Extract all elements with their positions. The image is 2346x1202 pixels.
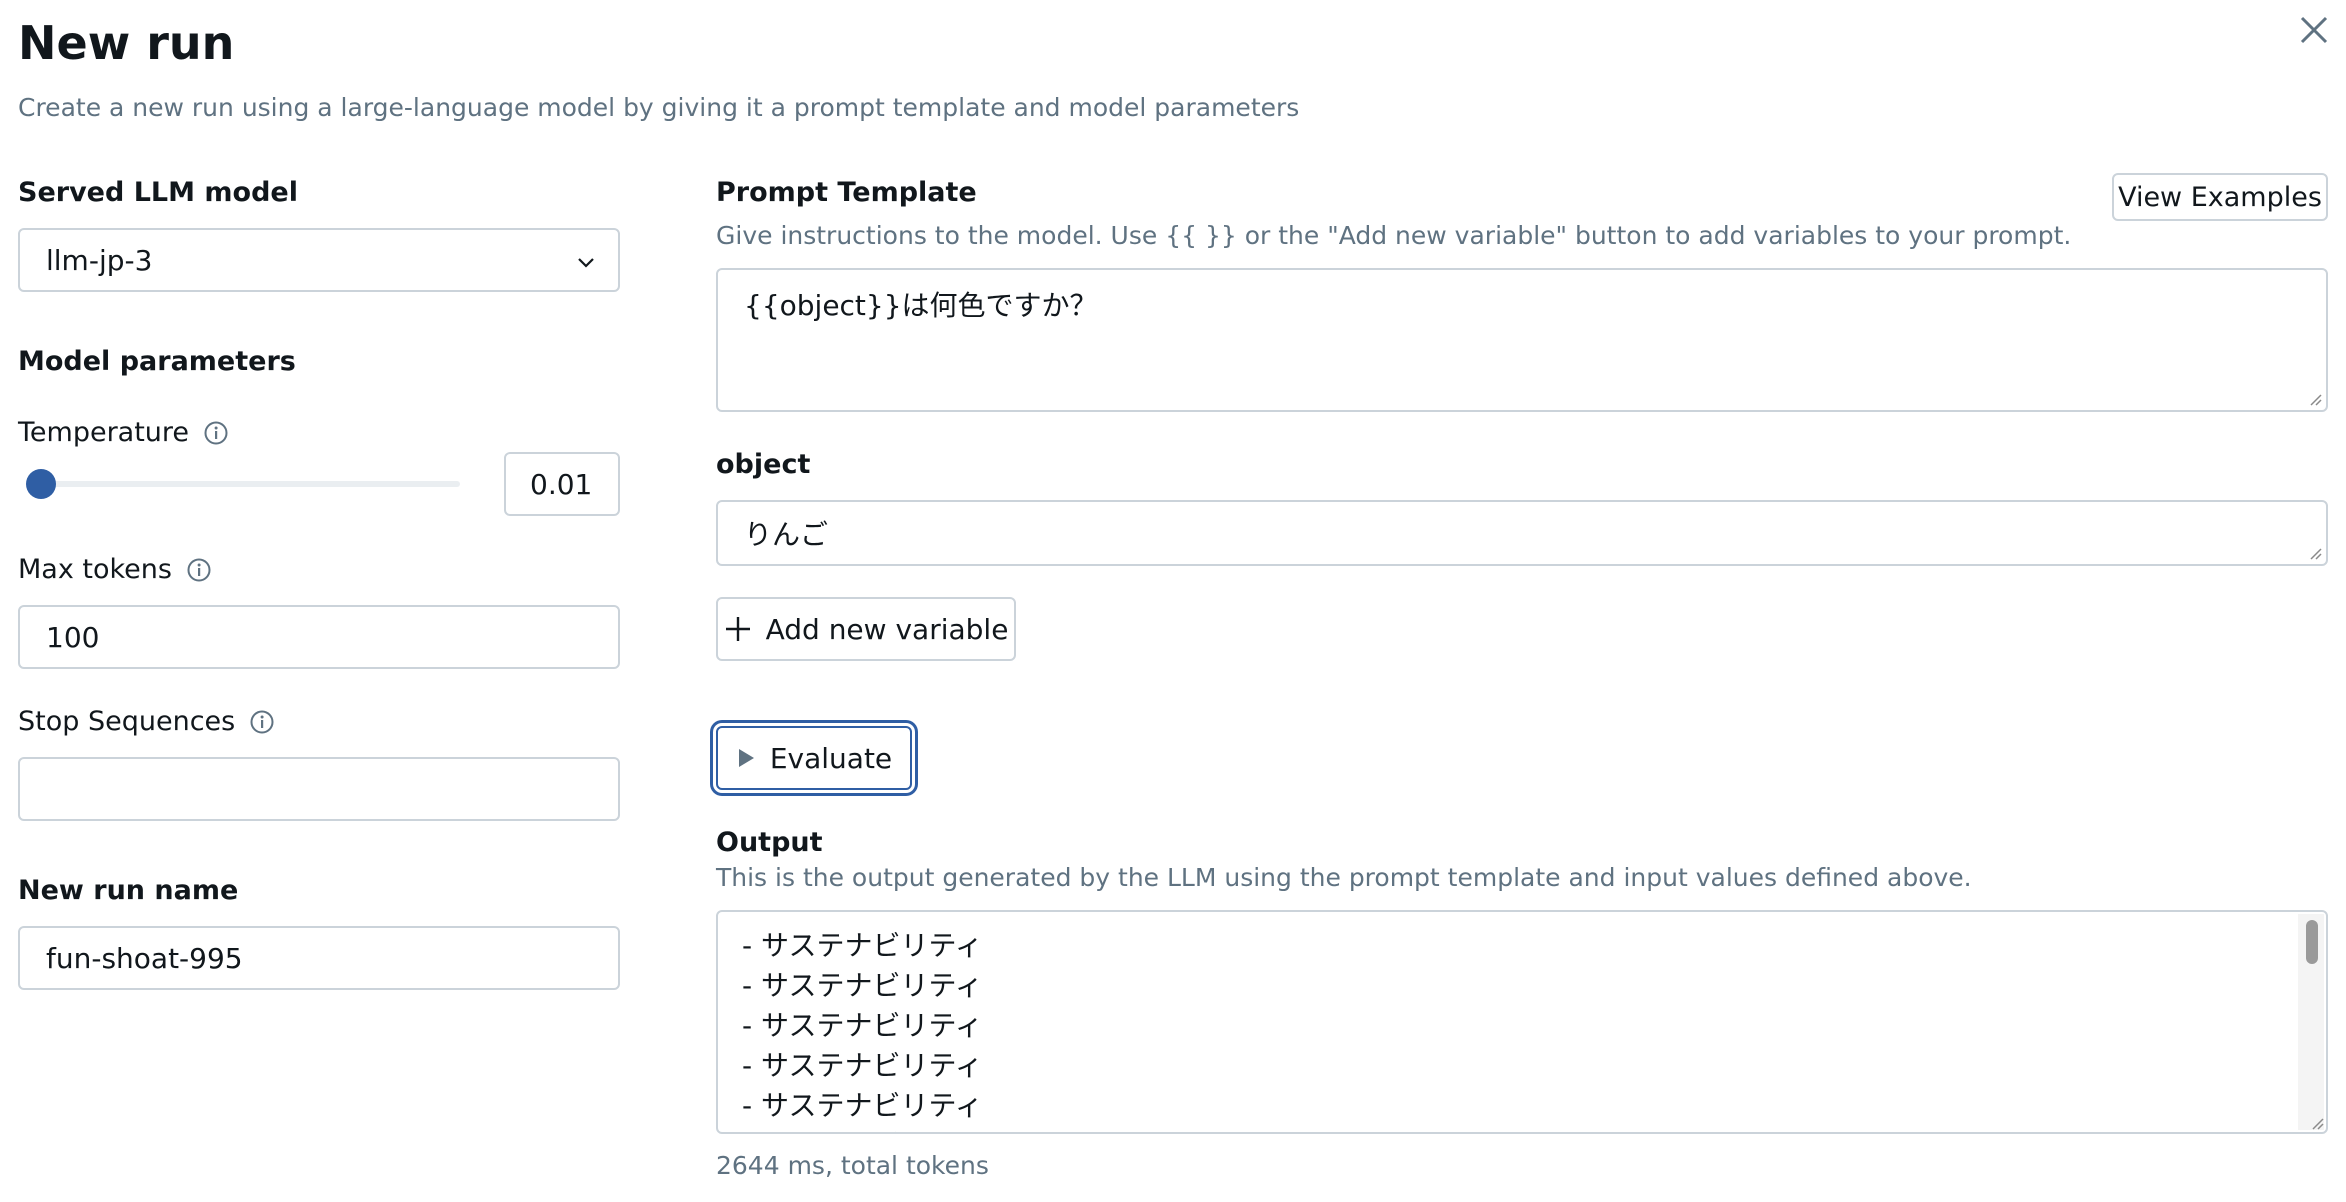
prompt-template-value: {{object}}は何色ですか？ [744, 289, 1098, 322]
output-scrollbar[interactable] [2298, 914, 2324, 1130]
stop-sequences-input[interactable] [18, 757, 620, 821]
output-line: - サステナビリティ [742, 929, 983, 962]
output-hint: This is the output generated by the LLM … [716, 863, 1972, 892]
temperature-label-row: Temperature [18, 416, 229, 450]
info-icon[interactable] [186, 557, 212, 583]
max-tokens-value: 100 [46, 620, 100, 654]
prompt-template-textarea[interactable]: {{object}}は何色ですか？ [716, 268, 2328, 412]
info-icon[interactable] [249, 709, 275, 735]
prompt-template-hint: Give instructions to the model. Use {{ }… [716, 221, 2072, 250]
view-examples-label: View Examples [2118, 181, 2322, 213]
temperature-slider-track[interactable] [30, 481, 460, 487]
temperature-slider-thumb[interactable] [26, 469, 56, 499]
served-model-value: llm-jp-3 [46, 243, 153, 277]
variable-object-input[interactable]: りんご [716, 500, 2328, 566]
play-icon [738, 749, 754, 767]
model-params-heading: Model parameters [18, 346, 296, 377]
output-line: - サステナビリティ [742, 1126, 983, 1132]
prompt-template-label: Prompt Template [716, 177, 977, 208]
output-line: - サステナビリティ [742, 1089, 983, 1122]
output-textarea[interactable]: - サステナビリティ - サステナビリティ - サステナビリティ - サステナビ… [716, 910, 2328, 1134]
max-tokens-input[interactable]: 100 [18, 605, 620, 669]
close-button[interactable] [2296, 12, 2332, 48]
close-icon [2300, 16, 2328, 44]
add-variable-label: Add new variable [765, 612, 1009, 646]
run-name-value: fun-shoat-995 [46, 941, 243, 975]
max-tokens-label-row: Max tokens [18, 553, 212, 587]
run-name-label: New run name [18, 875, 239, 906]
resize-handle-icon[interactable] [2310, 1116, 2324, 1130]
output-scroll-thumb[interactable] [2306, 920, 2318, 964]
served-model-select[interactable]: llm-jp-3 [18, 228, 620, 292]
variable-object-label: object [716, 449, 811, 480]
resize-handle-icon[interactable] [2308, 546, 2322, 560]
output-line: - サステナビリティ [742, 1009, 983, 1042]
dialog-title: New run [18, 16, 235, 70]
info-icon[interactable] [203, 420, 229, 446]
output-line: - サステナビリティ [742, 969, 983, 1002]
evaluate-label: Evaluate [769, 741, 893, 775]
plus-icon [725, 617, 750, 641]
dialog-subtitle: Create a new run using a large-language … [18, 93, 1300, 122]
temperature-label: Temperature [18, 417, 190, 448]
temperature-value: 0.01 [530, 467, 593, 501]
temperature-input[interactable]: 0.01 [504, 452, 620, 516]
served-model-label: Served LLM model [18, 177, 298, 208]
new-run-dialog: New run Create a new run using a large-l… [0, 0, 2346, 1202]
output-line: - サステナビリティ [742, 1049, 983, 1082]
resize-handle-icon[interactable] [2308, 392, 2322, 406]
max-tokens-label: Max tokens [18, 554, 172, 585]
chevron-down-icon [578, 258, 594, 268]
evaluate-button[interactable]: Evaluate [716, 726, 912, 790]
add-variable-button[interactable]: Add new variable [716, 597, 1016, 661]
view-examples-button[interactable]: View Examples [2112, 173, 2328, 221]
run-name-input[interactable]: fun-shoat-995 [18, 926, 620, 990]
stop-sequences-label: Stop Sequences [18, 706, 236, 737]
output-stats: 2644 ms, total tokens [716, 1151, 989, 1180]
stop-sequences-label-row: Stop Sequences [18, 705, 275, 739]
output-lines: - サステナビリティ - サステナビリティ - サステナビリティ - サステナビ… [742, 926, 983, 1132]
output-label: Output [716, 827, 823, 858]
variable-object-value: りんご [744, 518, 829, 551]
